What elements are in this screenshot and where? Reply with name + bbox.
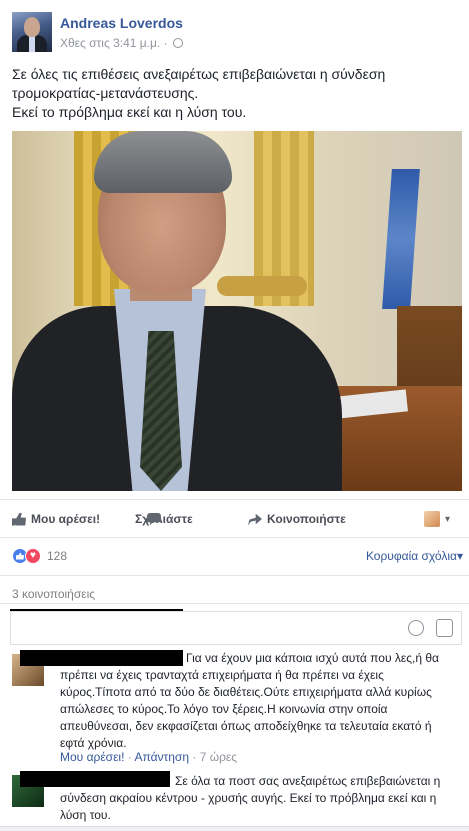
divider <box>0 499 469 500</box>
chevron-down-icon[interactable]: ▾ <box>445 514 450 525</box>
thumbs-up-icon <box>12 512 26 526</box>
love-reaction-icon: ♥ <box>25 548 41 564</box>
reaction-count: 128 <box>47 549 68 563</box>
comment-time[interactable]: 7 ώρες <box>200 750 237 764</box>
top-comments-label: Κορυφαία σχόλια <box>365 549 457 563</box>
globe-icon <box>172 38 183 48</box>
share-label: Κοινοποιήστε <box>267 512 346 526</box>
like-label: Μου αρέσει! <box>31 512 101 526</box>
post-photo[interactable] <box>12 131 462 491</box>
sticker-icon[interactable] <box>436 619 453 637</box>
divider <box>0 537 469 538</box>
post-meta: Χθες στις 3:41 μ.μ. · <box>60 36 183 50</box>
separator: · <box>127 750 132 764</box>
like-button[interactable]: Μου αρέσει! <box>12 505 100 533</box>
comment-button[interactable]: Σχολιάστε <box>135 505 193 533</box>
post-actions: Μου αρέσει! Σχολιάστε Κοινοποιήστε <box>0 505 469 533</box>
post-header: Andreas Loverdos Χθες στις 3:41 μ.μ. · <box>12 12 452 54</box>
comment-line: Για να έχουν μια κάποια ισχύ αυτά που λε… <box>186 651 439 665</box>
chevron-down-icon: ▾ <box>456 549 463 563</box>
meta-separator: · <box>163 36 168 50</box>
comment-footer: Μου αρέσει! · Απάντηση · 7 ώρες <box>60 750 237 764</box>
separator: · <box>192 750 197 764</box>
emoji-icon[interactable] <box>408 620 424 636</box>
comment-line: σύνδεση ακραίου κέντρου - χρυσής αυγής. … <box>60 791 437 805</box>
photo-lamp <box>217 276 307 296</box>
share-button[interactable]: Κοινοποιήστε <box>248 505 346 533</box>
comment-item: Σε όλα τα ποστ σας ανεξαιρέτως επιβεβαιώ… <box>12 771 462 823</box>
post-text-line: τρομοκρατίας-μετανάστευσης. <box>12 85 199 101</box>
bottom-edge <box>0 826 469 831</box>
reactions-summary[interactable]: ♥ 128 <box>12 547 67 565</box>
share-icon <box>248 513 262 526</box>
comment-like-link[interactable]: Μου αρέσει! <box>60 750 124 764</box>
comment-label: Σχολιάστε <box>135 512 193 526</box>
comment-line: Σε όλα τα ποστ σας ανεξαιρέτως επιβεβαιώ… <box>175 774 441 788</box>
comment-input[interactable] <box>10 611 462 645</box>
comment-line: λύση του. <box>60 808 111 822</box>
divider <box>0 575 469 576</box>
comment-text: Σε όλα τα ποστ σας ανεξαιρέτως επιβεβαιώ… <box>60 773 460 824</box>
viewer-avatar[interactable] <box>424 511 440 527</box>
photo-hair <box>94 131 232 193</box>
top-comments-dropdown[interactable]: Κορυφαία σχόλια▾ <box>366 549 463 563</box>
comment-text: Για να έχουν μια κάποια ισχύ αυτά που λε… <box>60 650 460 752</box>
avatar-face <box>24 17 40 37</box>
comment-line: απώλεσες το κύρος.Το λόγο τον ξέρεις.Η κ… <box>60 702 388 716</box>
post-text-line: Εκεί το πρόβλημα εκεί και η λύση του. <box>12 104 247 120</box>
comment-line: κύρος.Τίποτα από τα δύο δε διαθέτεις.Ούτ… <box>60 685 432 699</box>
comment-reply-link[interactable]: Απάντηση <box>134 750 189 764</box>
divider <box>0 603 469 604</box>
post-text: Σε όλες τις επιθέσεις ανεξαιρέτως επιβεβ… <box>12 65 452 122</box>
comment-item: Για να έχουν μια κάποια ισχύ αυτά που λε… <box>12 650 462 768</box>
avatar-shirt <box>29 35 35 52</box>
comment-line: απευθύνεσαι, δεν εκφασίζεται όπως αποδεί… <box>60 719 432 733</box>
author-avatar[interactable] <box>12 12 52 52</box>
comment-line: πρέπει να έχεις τρανταχτά επιχειρήματα ή… <box>60 668 384 682</box>
post-text-line: Σε όλες τις επιθέσεις ανεξαιρέτως επιβεβ… <box>12 66 386 82</box>
post-timestamp[interactable]: Χθες στις 3:41 μ.μ. <box>60 36 160 50</box>
author-name[interactable]: Andreas Loverdos <box>60 15 183 31</box>
shares-count[interactable]: 3 κοινοποιήσεις <box>12 587 95 601</box>
